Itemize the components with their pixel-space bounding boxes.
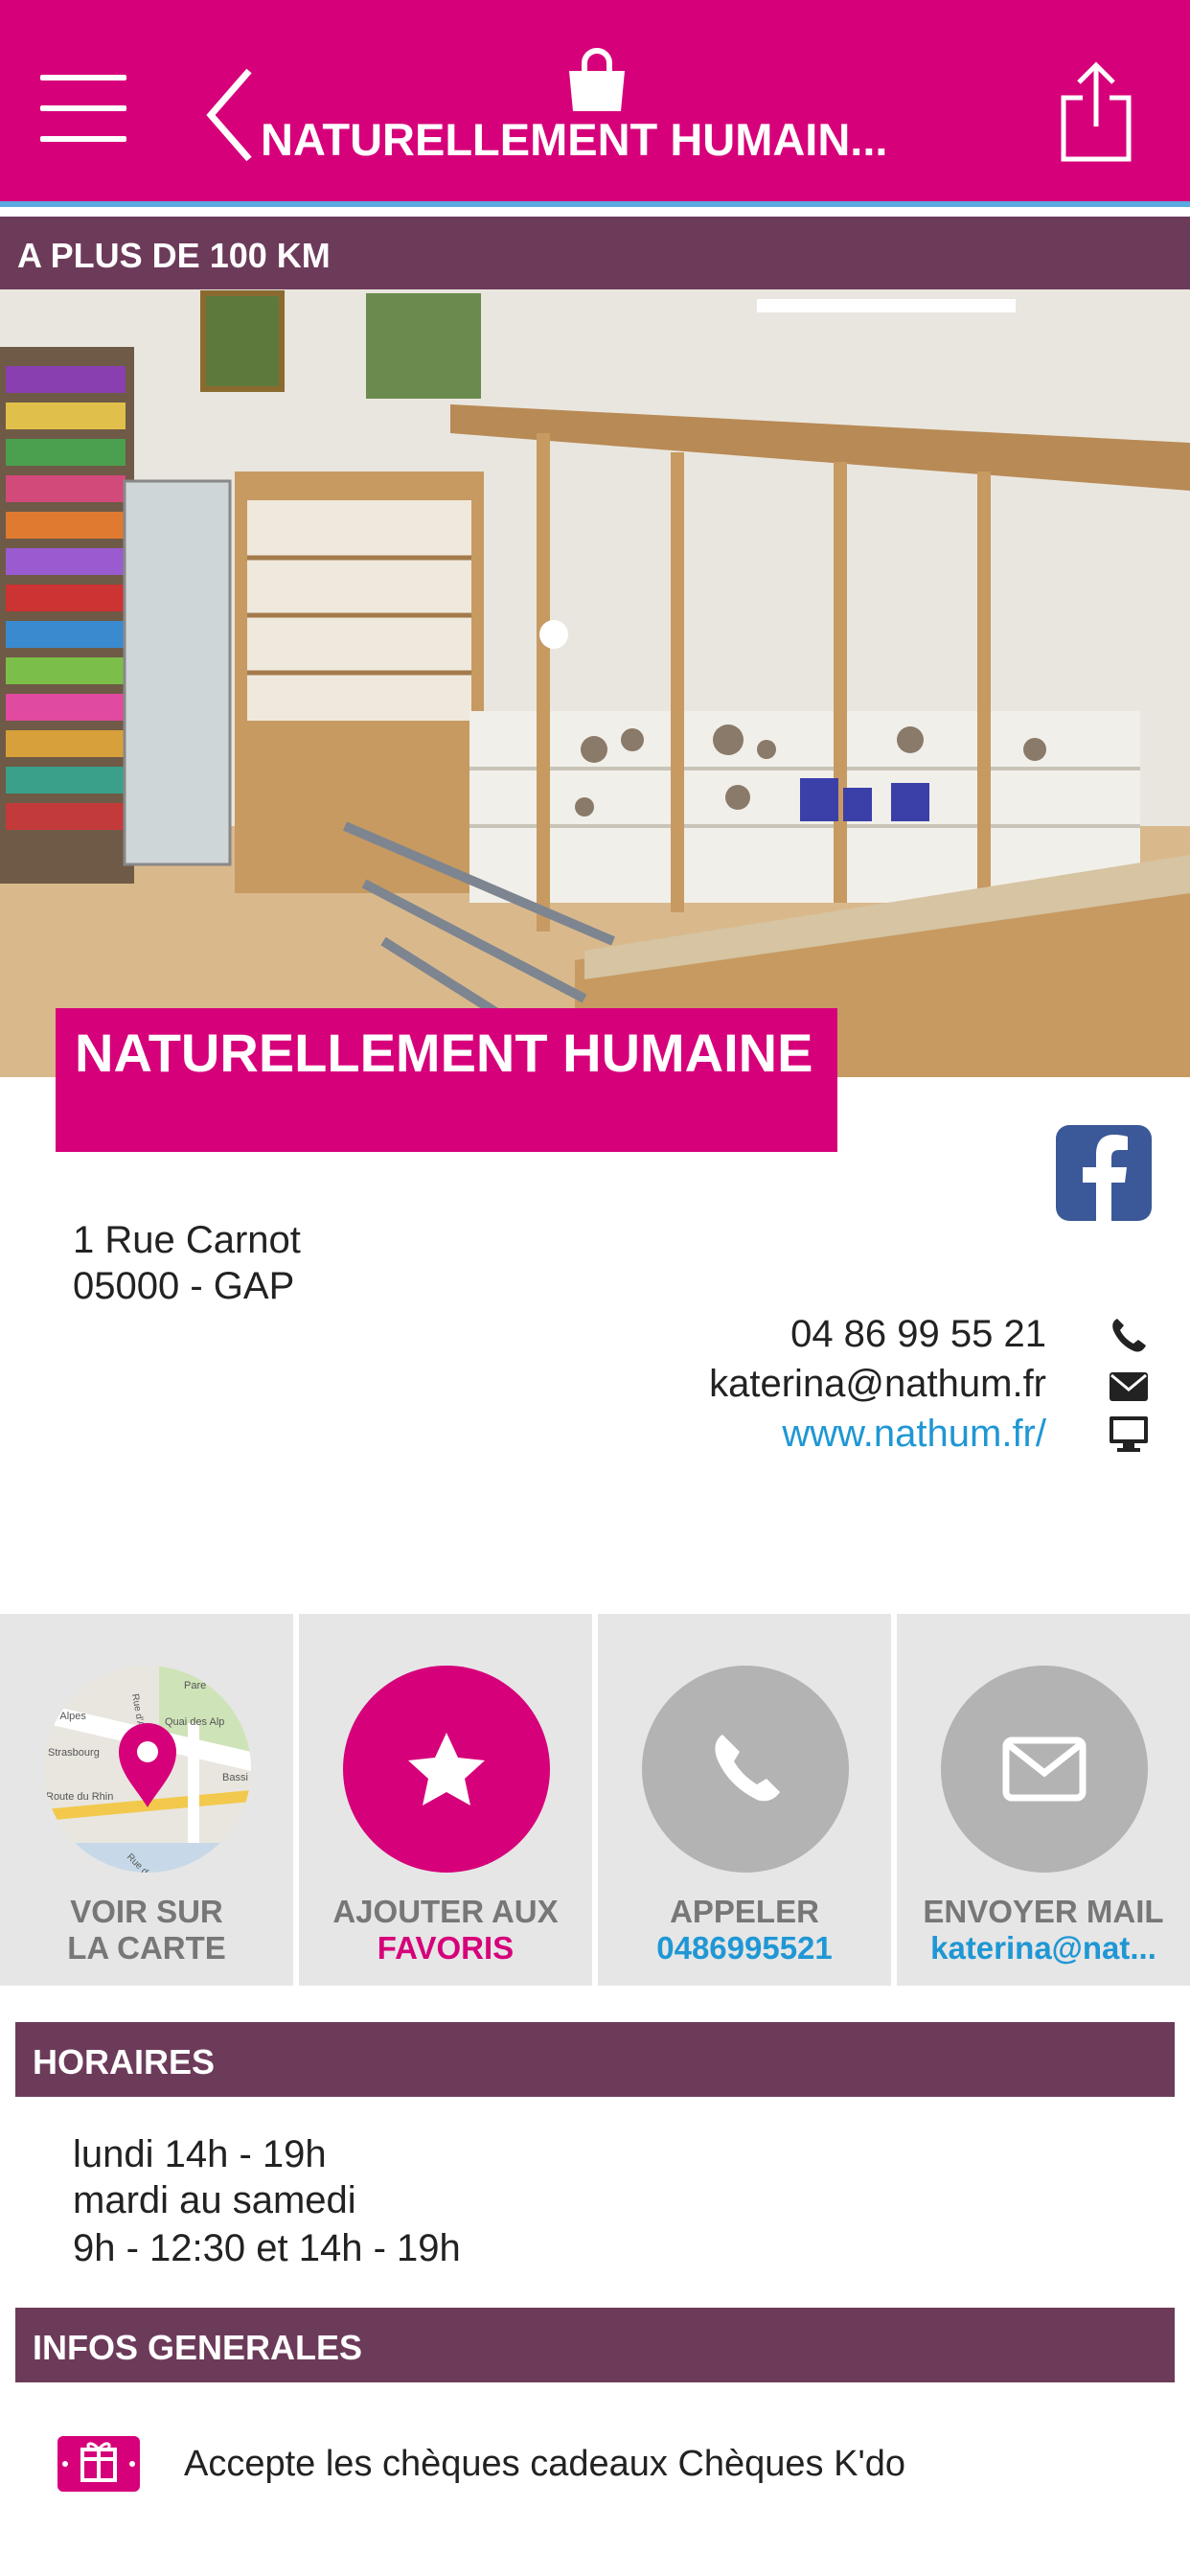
desktop-icon: [1110, 1416, 1148, 1452]
phone-number[interactable]: 04 86 99 55 21: [790, 1313, 1046, 1356]
facebook-button[interactable]: [1056, 1125, 1152, 1221]
shop-interior-image: [0, 289, 1190, 1077]
app-header: NATURELLEMENT HUMAIN...: [0, 0, 1190, 201]
gift-card-icon: [57, 2436, 140, 2492]
favorite-circle: [343, 1666, 550, 1873]
map-pin-icon: is Alpes Rue d'Ar Pare Quai des Alp Stra…: [44, 1666, 251, 1873]
share-icon[interactable]: [1058, 59, 1134, 165]
distance-label: A PLUS DE 100 KM: [17, 236, 331, 275]
mail-address: katerina@nat...: [930, 1930, 1156, 1966]
map-label: Bassi: [222, 1772, 248, 1783]
hamburger-menu-icon[interactable]: [40, 75, 126, 144]
call-circle: [642, 1666, 849, 1873]
distance-bar: A PLUS DE 100 KM: [0, 217, 1190, 289]
favorite-sublabel: FAVORIS: [377, 1930, 515, 1966]
map-thumbnail: is Alpes Rue d'Ar Pare Quai des Alp Stra…: [44, 1666, 251, 1873]
map-label: Pare: [184, 1680, 206, 1691]
phone-icon: [1112, 1319, 1146, 1352]
call-label: APPELER: [670, 1894, 819, 1929]
hours-header: HORAIRES: [15, 2022, 1175, 2097]
mail-circle: [941, 1666, 1148, 1873]
info-gift-cards: Accepte les chèques cadeaux Chèques K'do: [184, 2444, 905, 2484]
address-line-1: 1 Rue Carnot: [73, 1219, 301, 1261]
carousel-indicator[interactable]: [539, 620, 568, 649]
map-label: Route du Rhin: [46, 1791, 113, 1803]
envelope-icon: [1110, 1372, 1148, 1401]
hours-line: 9h - 12:30 et 14h - 19h: [73, 2227, 461, 2269]
call-number: 0486995521: [656, 1930, 833, 1966]
add-favorite-button[interactable]: AJOUTER AUX FAVORIS: [299, 1614, 592, 1986]
website-link[interactable]: www.nathum.fr/: [782, 1413, 1046, 1456]
shop-name-banner: NATURELLEMENT HUMAINE: [56, 1008, 837, 1152]
send-mail-button[interactable]: ENVOYER MAIL katerina@nat...: [897, 1614, 1190, 1986]
call-button[interactable]: APPELER 0486995521: [598, 1614, 891, 1986]
favorite-label: AJOUTER AUX: [332, 1894, 559, 1929]
map-label: is Alpes: [50, 1711, 86, 1722]
facebook-icon: [1083, 1135, 1128, 1221]
chevron-left-icon[interactable]: [203, 67, 261, 163]
page-title: NATURELLEMENT HUMAIN...: [261, 114, 888, 165]
view-map-label: VOIR SUR: [70, 1894, 223, 1929]
shop-name: NATURELLEMENT HUMAINE: [75, 1023, 813, 1083]
map-label: Quai des Alp: [165, 1716, 224, 1728]
hours-title: HORAIRES: [33, 2042, 216, 2082]
hours-line: mardi au samedi: [73, 2179, 356, 2221]
view-map-sublabel: LA CARTE: [67, 1930, 226, 1966]
info-title: INFOS GENERALES: [33, 2328, 363, 2367]
action-grid: is Alpes Rue d'Ar Pare Quai des Alp Stra…: [0, 1614, 1190, 1986]
shop-photo[interactable]: [0, 289, 1190, 1077]
email-address[interactable]: katerina@nathum.fr: [709, 1363, 1046, 1406]
mail-label: ENVOYER MAIL: [923, 1894, 1164, 1929]
phone-icon: [715, 1735, 780, 1802]
star-icon: [408, 1733, 485, 1806]
info-header: INFOS GENERALES: [15, 2308, 1175, 2382]
hours-line: lundi 14h - 19h: [73, 2133, 327, 2175]
map-label: Strasbourg: [48, 1747, 100, 1759]
view-map-button[interactable]: is Alpes Rue d'Ar Pare Quai des Alp Stra…: [0, 1614, 293, 1986]
address-line-2: 05000 - GAP: [73, 1265, 295, 1307]
shopping-bag-icon: [569, 48, 625, 111]
envelope-icon: [1002, 1736, 1087, 1802]
